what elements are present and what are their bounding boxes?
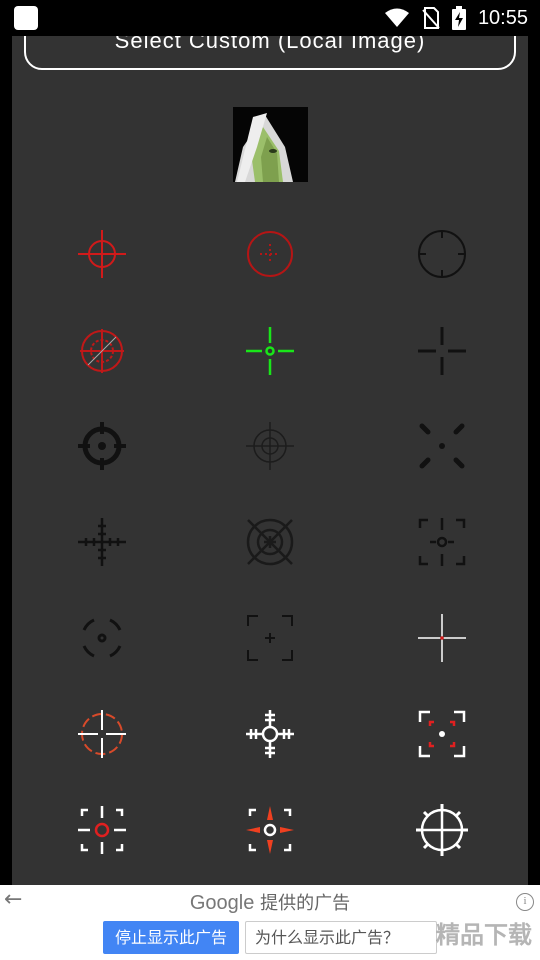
wifi-icon (384, 8, 409, 27)
status-time: 10:55 (477, 6, 528, 29)
ad-banner: ← Google 提供的广告 停止显示此广告 为什么显示此广告？ i 精品下载 (0, 885, 540, 960)
red-dotted-circle-crosshair[interactable] (238, 222, 302, 286)
why-this-ad-label: 为什么显示此广告？ (255, 928, 400, 947)
no-sim-icon (422, 7, 440, 29)
right-edge (528, 36, 540, 885)
black-corner-dashes-crosshair[interactable] (410, 414, 474, 478)
crosshair-grid (12, 36, 528, 885)
why-this-ad-button[interactable]: 为什么显示此广告？ (245, 921, 437, 954)
black-broken-ring-crosshair[interactable] (70, 606, 134, 670)
red-circle-crosshair[interactable] (70, 222, 134, 286)
dark-x-ring-crosshair[interactable] (238, 510, 302, 574)
black-ticked-plus-crosshair[interactable] (70, 510, 134, 574)
stop-showing-ad-button[interactable]: 停止显示此广告 (103, 921, 239, 954)
battery-charging-icon (451, 6, 466, 30)
white-red-circle-crosshair[interactable] (70, 702, 134, 766)
white-ornate-crosshair[interactable] (238, 702, 302, 766)
ad-title-suffix: 提供的广告 (260, 893, 351, 914)
black-circle-ticks-crosshair[interactable] (410, 222, 474, 286)
red-target-x-crosshair[interactable] (70, 319, 134, 383)
crosshair-panel: Select Custom (Local Image) (12, 36, 528, 885)
status-icons: 10:55 (384, 0, 528, 36)
app-notification-icon (14, 6, 38, 30)
white-gear-crosshair[interactable] (410, 798, 474, 862)
white-red-ring-crosshair[interactable] (70, 798, 134, 862)
watermark: 精品下载 (436, 921, 532, 949)
ad-title: Google 提供的广告 (0, 889, 540, 915)
black-bold-ring-crosshair[interactable] (70, 414, 134, 478)
left-edge (0, 36, 12, 885)
white-thin-plus-crosshair[interactable] (410, 606, 474, 670)
ad-brand: Google (189, 892, 255, 914)
white-red-bracket-crosshair[interactable] (410, 702, 474, 766)
green-gap-crosshair[interactable] (238, 319, 302, 383)
status-bar: 10:55 (0, 0, 540, 36)
gray-scope-crosshair[interactable] (238, 414, 302, 478)
white-red-arrow-crosshair[interactable] (238, 798, 302, 862)
black-corner-bracket-crosshair[interactable] (238, 606, 302, 670)
black-plus-gap-crosshair[interactable] (410, 319, 474, 383)
black-bracket-dot-crosshair[interactable] (410, 510, 474, 574)
info-icon[interactable]: i (516, 893, 534, 911)
